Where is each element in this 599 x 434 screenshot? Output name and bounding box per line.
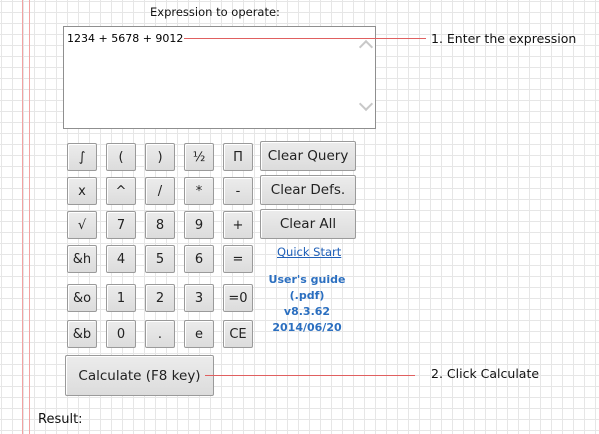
clear-defs-button[interactable]: Clear Defs. — [260, 175, 356, 205]
key-e-button[interactable]: e — [184, 320, 214, 348]
key-equals-zero-button[interactable]: =0 — [223, 284, 253, 312]
key-open-paren-button[interactable]: ( — [106, 143, 136, 171]
guide-format[interactable]: (.pdf) — [261, 288, 353, 304]
key-0-button[interactable]: 0 — [106, 320, 136, 348]
key-octal-button[interactable]: &o — [67, 284, 97, 312]
key-plus-button[interactable]: + — [223, 211, 253, 239]
clear-query-button[interactable]: Clear Query — [260, 141, 356, 171]
key-divide-button[interactable]: / — [145, 177, 175, 205]
key-8-button[interactable]: 8 — [145, 211, 175, 239]
key-5-button[interactable]: 5 — [145, 245, 175, 273]
key-x-button[interactable]: x — [67, 177, 97, 205]
users-guide-link[interactable]: User's guide (.pdf) v8.3.62 2014/06/20 — [261, 272, 353, 336]
key-6-button[interactable]: 6 — [184, 245, 214, 273]
scroll-up-icon[interactable] — [358, 39, 374, 55]
callout-line-2 — [205, 375, 415, 376]
key-hex-button[interactable]: &h — [67, 245, 97, 273]
key-equals-button[interactable]: = — [223, 245, 253, 273]
key-integral-button[interactable]: ∫ — [67, 143, 97, 171]
key-decimal-point-button[interactable]: . — [145, 320, 175, 348]
key-3-button[interactable]: 3 — [184, 284, 214, 312]
expression-value[interactable]: 1234 + 5678 + 9012 — [67, 32, 183, 45]
guide-title[interactable]: User's guide — [261, 272, 353, 288]
clear-all-button[interactable]: Clear All — [260, 209, 356, 239]
result-label: Result: — [38, 412, 83, 427]
callout-step1: 1. Enter the expression — [431, 31, 577, 46]
callout-line-1 — [184, 38, 426, 39]
callout-step2: 2. Click Calculate — [431, 366, 540, 381]
key-4-button[interactable]: 4 — [106, 245, 136, 273]
expression-title: Expression to operate: — [150, 5, 280, 19]
margin-line-left-inner — [29, 0, 30, 434]
key-close-paren-button[interactable]: ) — [145, 143, 175, 171]
version-label: v8.3.62 — [283, 305, 331, 318]
key-binary-button[interactable]: &b — [67, 320, 97, 348]
key-sqrt-button[interactable]: √ — [67, 211, 97, 239]
scroll-down-icon[interactable] — [358, 96, 374, 112]
key-1-button[interactable]: 1 — [106, 284, 136, 312]
expression-scrollbar[interactable] — [358, 27, 375, 128]
key-minus-button[interactable]: - — [223, 177, 253, 205]
margin-line-left — [22, 0, 23, 434]
expression-input[interactable]: 1234 + 5678 + 9012 — [63, 26, 376, 129]
calculate-button[interactable]: Calculate (F8 key) — [65, 355, 214, 396]
key-7-button[interactable]: 7 — [106, 211, 136, 239]
key-2-button[interactable]: 2 — [145, 284, 175, 312]
date-label: 2014/06/20 — [272, 321, 342, 334]
key-9-button[interactable]: 9 — [184, 211, 214, 239]
key-power-button[interactable]: ^ — [106, 177, 136, 205]
key-clear-entry-button[interactable]: CE — [223, 320, 253, 348]
key-pi-button[interactable]: Π — [223, 143, 253, 171]
key-multiply-button[interactable]: * — [184, 177, 214, 205]
key-half-button[interactable]: ½ — [184, 143, 214, 171]
quick-start-link[interactable]: Quick Start — [277, 245, 341, 259]
